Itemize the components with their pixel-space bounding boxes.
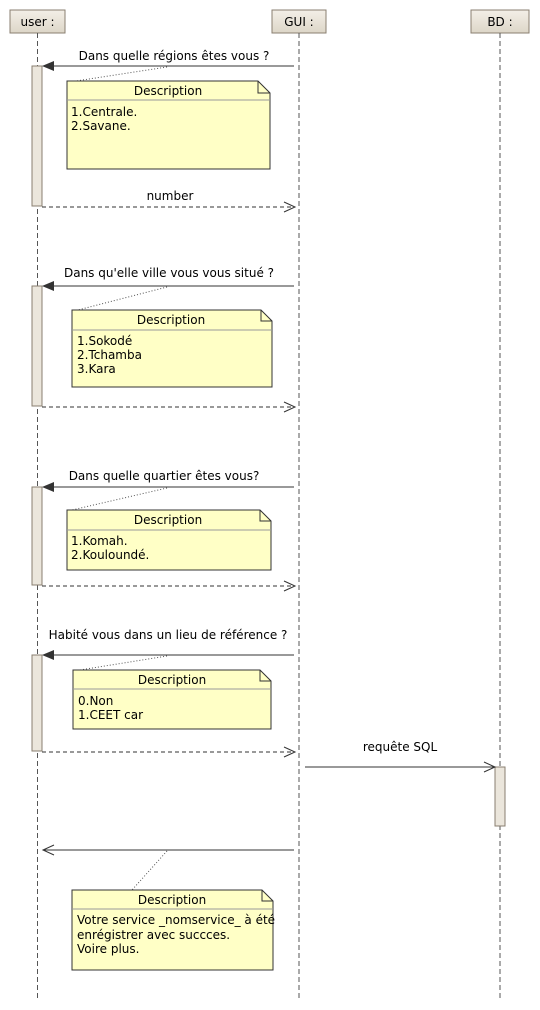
message-q1-label: Dans quelle régions êtes vous ? [79, 49, 270, 63]
message-q3: Dans quelle quartier êtes vous? [42, 469, 294, 492]
note-5: Description Votre service _nomservice_ à… [71, 850, 275, 971]
message-q3-label: Dans quelle quartier êtes vous? [69, 469, 260, 483]
message-q1: Dans quelle régions êtes vous ? [42, 49, 294, 71]
lifeline-head-bd: BD : [470, 9, 530, 34]
message-sql: requête SQL [305, 740, 497, 773]
activation-bar-user-2 [31, 285, 43, 407]
note-1: Description 1.Centrale. 2.Savane. [66, 66, 271, 170]
note-1-line-1: 1.Centrale. [71, 105, 137, 119]
message-q4-label: Habité vous dans un lieu de référence ? [49, 628, 288, 642]
message-r4 [42, 746, 297, 758]
message-r2 [42, 401, 297, 413]
note-3-line-2: 2.Kouloundé. [71, 548, 149, 562]
activation-bar-user-4 [31, 654, 43, 752]
message-r3 [42, 580, 297, 592]
lifeline-head-user: user : [9, 9, 66, 34]
lifeline-label-user: user : [20, 15, 54, 29]
activation-bar-user-1 [31, 65, 43, 207]
note-4-line-1: 0.Non [78, 694, 113, 708]
note-5-line-3: Voire plus. [77, 942, 139, 956]
note-5-title: Description [138, 893, 206, 907]
note-4-line-2: 1.CEET car [78, 708, 143, 722]
note-5-line-2: enrégistrer avec succces. [77, 928, 230, 942]
activation-bar-user-3 [31, 486, 43, 586]
note-3: Description 1.Komah. 2.Kouloundé. [66, 487, 272, 571]
note-2-title: Description [137, 313, 205, 327]
message-sql-label: requête SQL [363, 740, 438, 754]
note-3-line-1: 1.Komah. [71, 534, 128, 548]
note-1-line-2: 2.Savane. [71, 119, 131, 133]
lifeline-head-gui: GUI : [271, 9, 327, 34]
lifeline-label-bd: BD : [487, 15, 512, 29]
activation-bar-bd [494, 766, 506, 827]
note-3-title: Description [134, 513, 202, 527]
message-q2: Dans qu'elle ville vous vous situé ? [42, 266, 294, 291]
note-2-line-1: 1.Sokodé [77, 334, 132, 348]
message-q2-label: Dans qu'elle ville vous vous situé ? [64, 266, 274, 280]
note-2: Description 1.Sokodé 2.Tchamba 3.Kara [71, 286, 273, 388]
note-4: Description 0.Non 1.CEET car [72, 655, 272, 730]
lifeline-label-gui: GUI : [284, 15, 313, 29]
message-final [41, 844, 294, 856]
message-q4: Habité vous dans un lieu de référence ? [42, 628, 294, 660]
note-4-title: Description [138, 673, 206, 687]
sequence-diagram: user : GUI : BD : Dans quelle régions êt… [9, 9, 530, 1000]
note-2-line-3: 3.Kara [77, 362, 116, 376]
note-1-title: Description [134, 84, 202, 98]
message-r1-label: number [147, 189, 194, 203]
note-5-line-1: Votre service _nomservice_ à été [77, 913, 275, 927]
message-r1: number [42, 189, 297, 213]
note-2-line-2: 2.Tchamba [77, 348, 142, 362]
